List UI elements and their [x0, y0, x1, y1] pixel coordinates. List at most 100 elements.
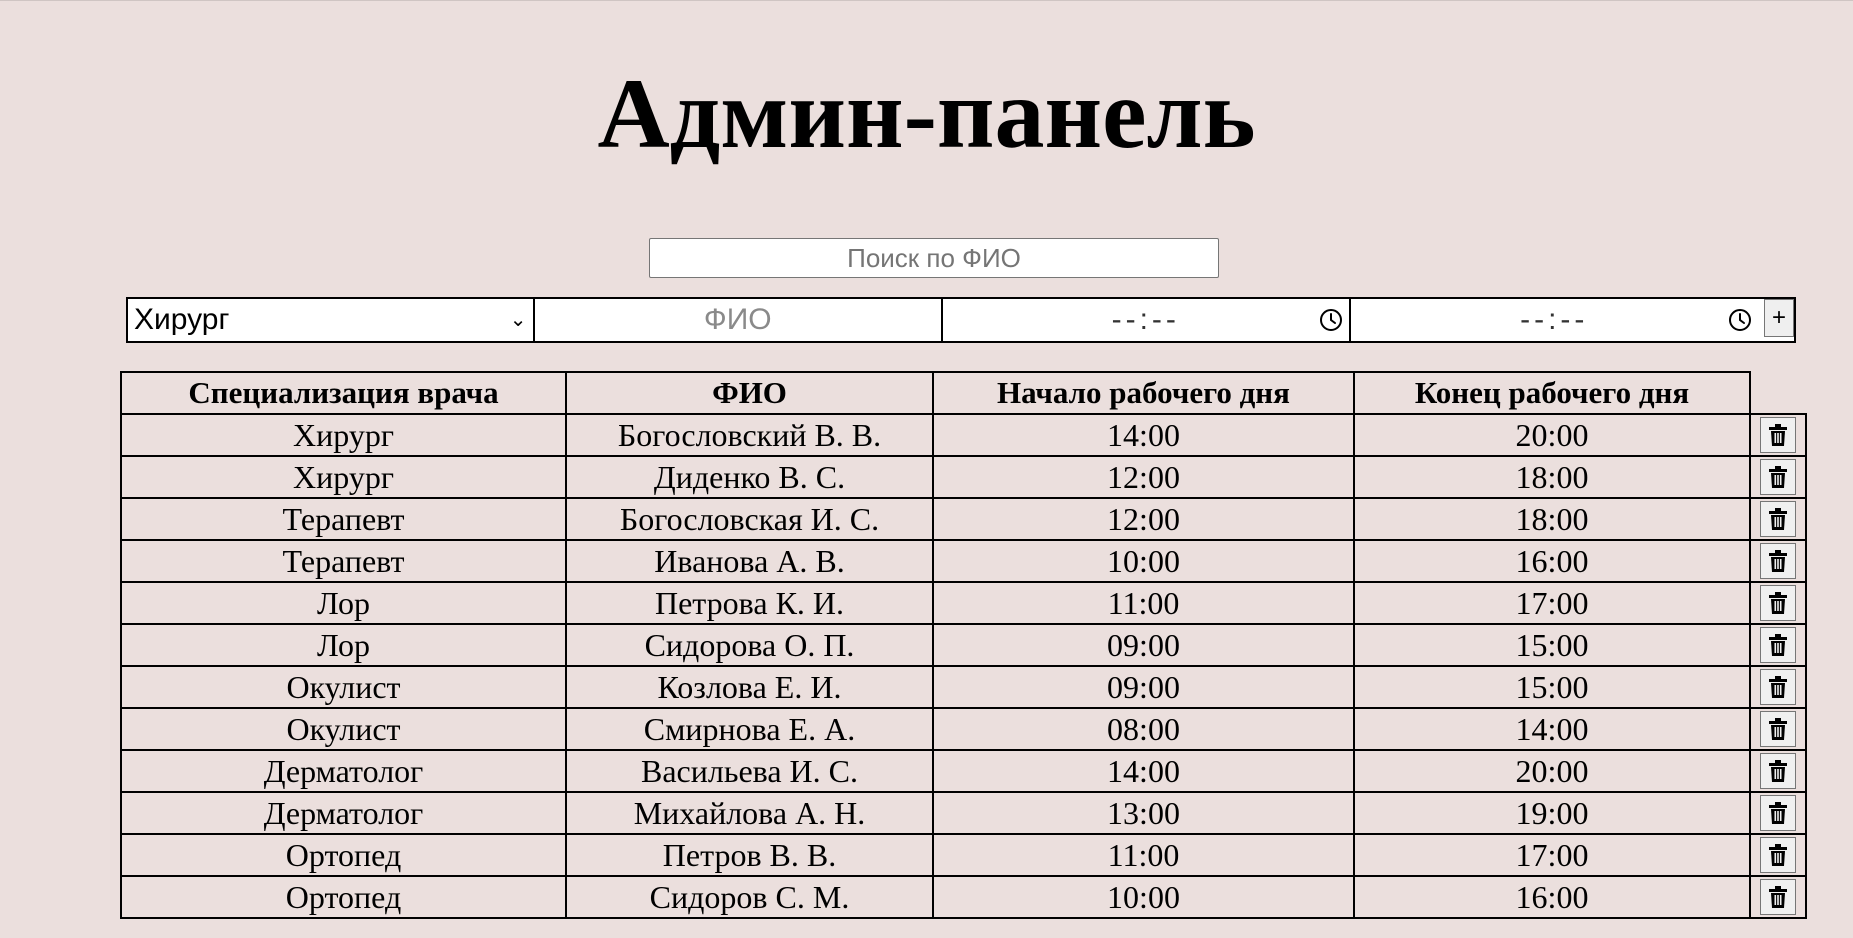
column-header-start: Начало рабочего дня [932, 371, 1355, 415]
cell-actions [1749, 413, 1807, 457]
delete-row-button[interactable] [1760, 585, 1796, 621]
end-time-placeholder: --:-- [1520, 303, 1589, 336]
delete-row-button[interactable] [1760, 879, 1796, 915]
table-row: Ортопед Сидоров С. М. 10:00 16:00 [120, 875, 1807, 919]
cell-start-time: 13:00 [932, 791, 1355, 835]
cell-specialization: Окулист [120, 707, 567, 751]
cell-fio: Михайлова А. Н. [565, 791, 934, 835]
delete-row-button[interactable] [1760, 501, 1796, 537]
cell-actions [1749, 665, 1807, 709]
delete-row-button[interactable] [1760, 627, 1796, 663]
start-time-field[interactable]: --:-- [943, 299, 1351, 341]
delete-row-button[interactable] [1760, 795, 1796, 831]
cell-actions [1749, 875, 1807, 919]
cell-end-time: 18:00 [1353, 455, 1751, 499]
cell-fio: Петрова К. И. [565, 581, 934, 625]
page-title: Админ-панель [597, 58, 1256, 169]
chevron-down-icon: ⌄ [509, 309, 527, 331]
table-row: Окулист Смирнова Е. А. 08:00 14:00 [120, 707, 1807, 751]
cell-specialization: Хирург [120, 455, 567, 499]
delete-row-button[interactable] [1760, 753, 1796, 789]
cell-start-time: 12:00 [932, 455, 1355, 499]
cell-end-time: 16:00 [1353, 539, 1751, 583]
trash-icon [1769, 508, 1787, 530]
delete-row-button[interactable] [1760, 417, 1796, 453]
delete-row-button[interactable] [1760, 837, 1796, 873]
cell-end-time: 20:00 [1353, 413, 1751, 457]
column-header-actions [1750, 372, 1806, 414]
fio-field[interactable]: ФИО [535, 299, 944, 341]
cell-fio: Смирнова Е. А. [565, 707, 934, 751]
cell-start-time: 14:00 [932, 413, 1355, 457]
cell-start-time: 09:00 [932, 665, 1355, 709]
admin-page: Админ-панель Поиск по ФИО Хирург ⌄ ФИО -… [0, 0, 1853, 938]
clock-icon[interactable] [1728, 308, 1752, 332]
trash-icon [1769, 550, 1787, 572]
cell-fio: Васильева И. С. [565, 749, 934, 793]
cell-specialization: Ортопед [120, 875, 567, 919]
delete-row-button[interactable] [1760, 543, 1796, 579]
cell-end-time: 15:00 [1353, 665, 1751, 709]
cell-actions [1749, 497, 1807, 541]
trash-icon [1769, 802, 1787, 824]
cell-start-time: 11:00 [932, 833, 1355, 877]
cell-start-time: 10:00 [932, 539, 1355, 583]
cell-fio: Иванова А. В. [565, 539, 934, 583]
specialization-select[interactable]: Хирург ⌄ [128, 299, 535, 341]
table-row: Окулист Козлова Е. И. 09:00 15:00 [120, 665, 1807, 709]
cell-specialization: Терапевт [120, 539, 567, 583]
cell-fio: Сидоров С. М. [565, 875, 934, 919]
cell-start-time: 10:00 [932, 875, 1355, 919]
cell-end-time: 14:00 [1353, 707, 1751, 751]
cell-actions [1749, 833, 1807, 877]
trash-icon [1769, 634, 1787, 656]
search-input[interactable]: Поиск по ФИО [649, 238, 1219, 278]
cell-end-time: 17:00 [1353, 833, 1751, 877]
trash-icon [1769, 718, 1787, 740]
cell-specialization: Окулист [120, 665, 567, 709]
cell-actions [1749, 581, 1807, 625]
cell-actions [1749, 623, 1807, 667]
column-header-specialization: Специализация врача [120, 371, 567, 415]
delete-row-button[interactable] [1760, 711, 1796, 747]
trash-icon [1769, 466, 1787, 488]
cell-end-time: 16:00 [1353, 875, 1751, 919]
cell-actions [1749, 791, 1807, 835]
add-doctor-form: Хирург ⌄ ФИО --:-- --:-- + [126, 297, 1796, 343]
cell-start-time: 09:00 [932, 623, 1355, 667]
trash-icon [1769, 592, 1787, 614]
table-row: Хирург Богословский В. В. 14:00 20:00 [120, 413, 1807, 457]
doctors-table-wrapper: Специализация врача ФИО Начало рабочего … [120, 371, 1807, 919]
table-row: Лор Петрова К. И. 11:00 17:00 [120, 581, 1807, 625]
trash-icon [1769, 424, 1787, 446]
cell-end-time: 17:00 [1353, 581, 1751, 625]
column-header-end: Конец рабочего дня [1353, 371, 1751, 415]
cell-actions [1749, 707, 1807, 751]
cell-start-time: 12:00 [932, 497, 1355, 541]
clock-icon[interactable] [1319, 308, 1343, 332]
cell-fio: Диденко В. С. [565, 455, 934, 499]
cell-fio: Петров В. В. [565, 833, 934, 877]
end-time-field[interactable]: --:-- [1351, 299, 1759, 341]
cell-end-time: 18:00 [1353, 497, 1751, 541]
table-header-row: Специализация врача ФИО Начало рабочего … [120, 371, 1806, 415]
cell-start-time: 14:00 [932, 749, 1355, 793]
cell-fio: Козлова Е. И. [565, 665, 934, 709]
cell-fio: Сидорова О. П. [565, 623, 934, 667]
cell-fio: Богословский В. В. [565, 413, 934, 457]
table-row: Ортопед Петров В. В. 11:00 17:00 [120, 833, 1807, 877]
add-doctor-button[interactable]: + [1764, 299, 1794, 337]
cell-specialization: Лор [120, 623, 567, 667]
trash-icon [1769, 886, 1787, 908]
table-row: Хирург Диденко В. С. 12:00 18:00 [120, 455, 1807, 499]
trash-icon [1769, 676, 1787, 698]
cell-specialization: Дерматолог [120, 791, 567, 835]
delete-row-button[interactable] [1760, 669, 1796, 705]
cell-start-time: 08:00 [932, 707, 1355, 751]
cell-specialization: Терапевт [120, 497, 567, 541]
cell-specialization: Ортопед [120, 833, 567, 877]
trash-icon [1769, 844, 1787, 866]
table-row: Терапевт Богословская И. С. 12:00 18:00 [120, 497, 1807, 541]
delete-row-button[interactable] [1760, 459, 1796, 495]
table-body: Хирург Богословский В. В. 14:00 20:00 Хи… [120, 413, 1807, 919]
